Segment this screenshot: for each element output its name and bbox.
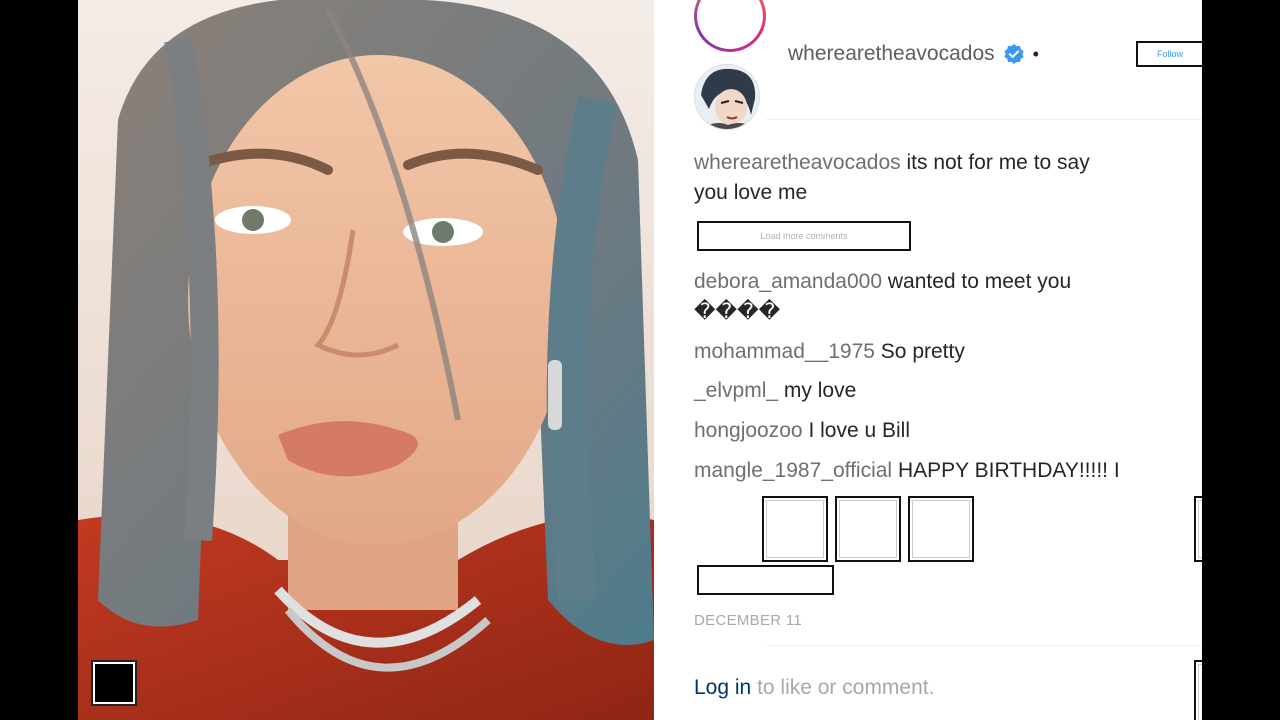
comment-text: I love u Bill (808, 419, 910, 442)
list-item: debora_amanda000 wanted to meet you ���� (694, 267, 1124, 327)
divider (766, 645, 1202, 646)
comment-text: my love (783, 379, 857, 402)
load-more-comments-button[interactable]: Load more comments (697, 221, 911, 251)
post-photo[interactable] (78, 0, 654, 720)
like-button[interactable] (762, 496, 828, 562)
comment-author[interactable]: wherearetheavocados (694, 151, 901, 174)
list-item: hongjoozoo I love u Bill (694, 416, 1124, 446)
share-button[interactable] (908, 496, 974, 562)
comment-author[interactable]: debora_amanda000 (694, 270, 882, 293)
list-item: mangle_1987_official HAPPY BIRTHDAY!!!!!… (694, 456, 1174, 486)
post-date: DECEMBER 11 (694, 612, 803, 629)
list-item: mohammad__1975 So pretty (694, 337, 1124, 367)
instagram-post-frame: wherearetheavocados • Follow wherearethe… (78, 0, 1202, 720)
login-prompt: Log in to like or comment. (694, 676, 934, 700)
login-link[interactable]: Log in (694, 676, 751, 699)
comment-text: HAPPY BIRTHDAY!!!!! I (897, 459, 1120, 482)
more-options-button[interactable] (1194, 660, 1202, 720)
comment-author[interactable]: hongjoozoo (694, 419, 803, 442)
comment-button[interactable] (835, 496, 901, 562)
list-item: _elvpml_ my love (694, 376, 1124, 406)
likes-count[interactable] (697, 565, 834, 595)
comment-author[interactable]: mangle_1987_official (694, 459, 892, 482)
comment-text: So pretty (880, 340, 965, 363)
comments-list: wherearetheavocados its not for me to sa… (654, 0, 1202, 496)
caption: wherearetheavocados its not for me to sa… (694, 148, 1124, 208)
comment-author[interactable]: _elvpml_ (694, 379, 778, 402)
login-prompt-text: to like or comment. (757, 676, 935, 699)
fullscreen-button[interactable] (93, 662, 135, 704)
comment-author[interactable]: mohammad__1975 (694, 340, 875, 363)
post-sidebar: wherearetheavocados • Follow wherearethe… (654, 0, 1202, 720)
portrait-image (78, 0, 654, 720)
save-button[interactable] (1194, 496, 1202, 562)
